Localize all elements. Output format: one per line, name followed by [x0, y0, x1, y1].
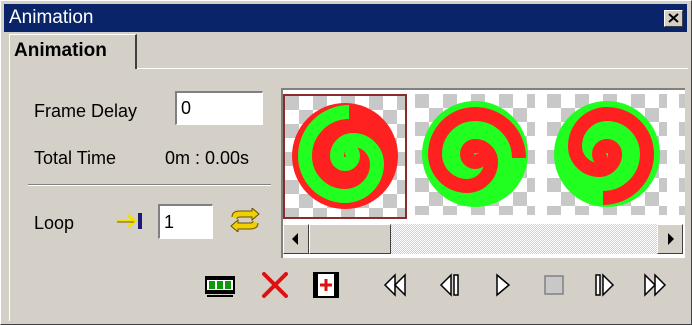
loop-end-icon[interactable] [115, 210, 145, 232]
loop-count-input[interactable] [158, 204, 213, 239]
spiral-image [285, 96, 405, 217]
rewind-icon [383, 273, 406, 297]
next-frame-icon [595, 273, 615, 297]
previous-frame-icon [439, 273, 459, 297]
scroll-thumb[interactable] [309, 224, 391, 254]
tab-label: Animation [14, 40, 107, 61]
add-frame-button[interactable] [310, 269, 342, 301]
close-button[interactable] [664, 10, 683, 27]
frame-thumbnail-1[interactable] [283, 94, 407, 219]
frame-delay-input[interactable] [175, 91, 263, 125]
frame-strip [281, 88, 685, 258]
play-button[interactable] [487, 269, 519, 301]
tab-animation[interactable]: Animation [9, 34, 137, 69]
frame-thumbnail-4[interactable] [679, 94, 685, 219]
arrow-left-icon [292, 233, 298, 245]
scroll-track[interactable] [309, 224, 657, 254]
spiral-image [679, 94, 685, 215]
filmstrip-button[interactable] [204, 269, 236, 301]
scroll-right-button[interactable] [657, 224, 683, 254]
scroll-left-button[interactable] [283, 224, 309, 254]
previous-frame-button[interactable] [433, 269, 465, 301]
title-bar[interactable]: Animation [4, 4, 687, 32]
loop-label: Loop [34, 213, 75, 233]
stop-button[interactable] [538, 269, 570, 301]
fast-forward-button[interactable] [638, 269, 670, 301]
separator [28, 184, 271, 186]
total-time-value: 0m : 0.00s [165, 148, 250, 168]
frame-delay-label: Frame Delay [34, 101, 138, 121]
rewind-button[interactable] [380, 269, 412, 301]
spiral-image [415, 94, 535, 215]
add-frame-icon [313, 272, 339, 298]
total-time-label: Total Time [34, 148, 117, 168]
next-frame-button[interactable] [589, 269, 621, 301]
stop-icon [544, 275, 564, 295]
play-icon [496, 273, 511, 297]
arrow-right-icon [668, 233, 674, 245]
delete-frame-button[interactable] [259, 269, 291, 301]
fast-forward-icon [644, 273, 667, 297]
loop-repeat-icon[interactable] [228, 208, 262, 232]
frame-thumbnail-3[interactable] [547, 94, 671, 219]
frame-thumbnail-2[interactable] [415, 94, 539, 219]
frame-scrollbar[interactable] [283, 224, 683, 256]
filmstrip-icon [205, 276, 235, 297]
animation-window: Animation Animation Frame Delay Total Ti… [0, 0, 692, 325]
window-title: Animation [9, 7, 94, 28]
delete-icon [262, 272, 288, 298]
close-icon [668, 13, 679, 23]
spiral-image [547, 94, 667, 215]
